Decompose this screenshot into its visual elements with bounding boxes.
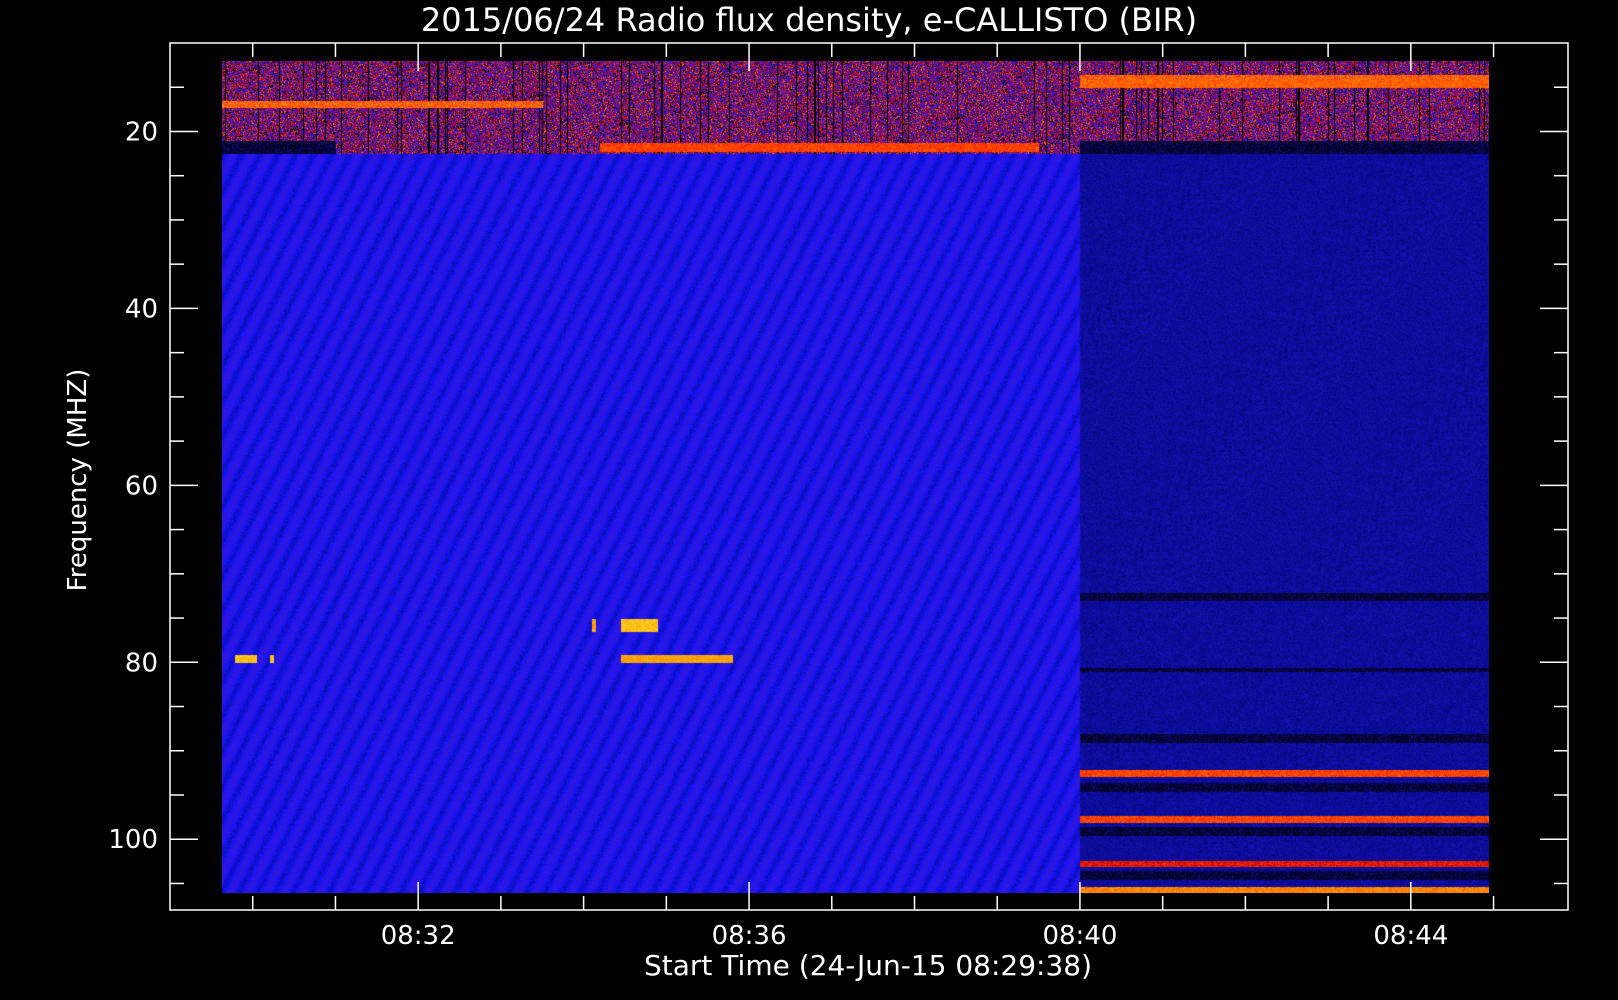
x-tick-label: 08:36 (712, 921, 787, 951)
y-tick-label: 60 (125, 471, 158, 501)
chart-title: 2015/06/24 Radio flux density, e-CALLIST… (421, 1, 1197, 39)
x-tick-label: 08:40 (1042, 921, 1117, 951)
y-tick-label: 80 (125, 648, 158, 678)
x-axis-label: Start Time (24-Jun-15 08:29:38) (644, 949, 1092, 982)
y-tick-label: 20 (125, 117, 158, 147)
y-tick-label: 40 (125, 294, 158, 324)
heatmap-area (222, 61, 1489, 893)
y-axis-label: Frequency (MHZ) (63, 369, 93, 592)
heatmap-canvas (222, 61, 1489, 893)
x-tick-label: 08:32 (381, 921, 456, 951)
spectrogram-chart: 08:32 08:36 08:40 08:44 20 40 60 80 100 2015/06/… (0, 0, 1618, 1000)
x-tick-label: 08:44 (1373, 921, 1448, 951)
y-tick-label: 100 (108, 825, 158, 855)
